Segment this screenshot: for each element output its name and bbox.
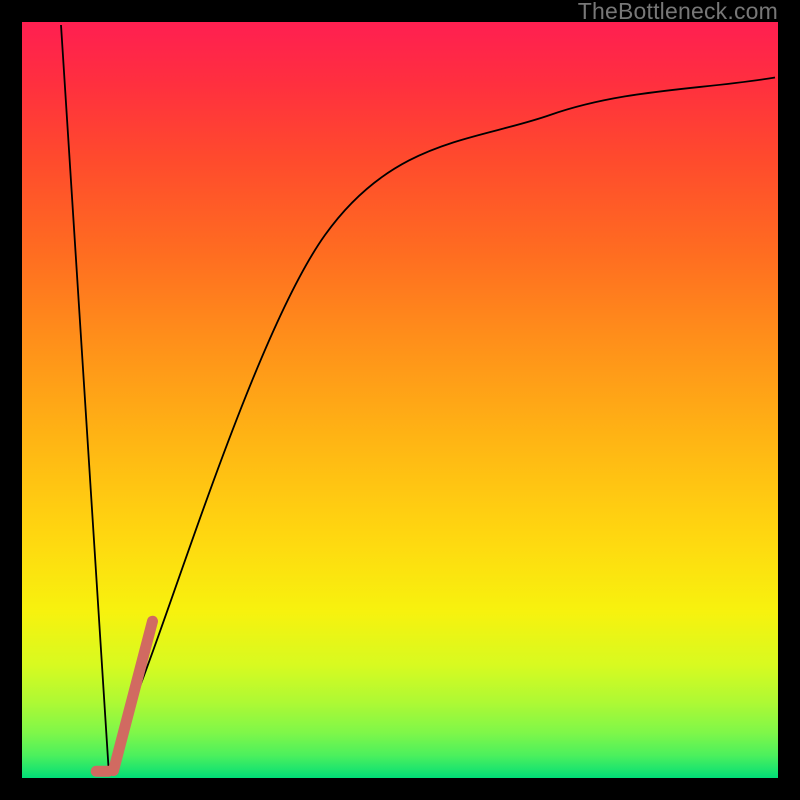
watermark-text: TheBottleneck.com (578, 0, 778, 23)
chart-svg (0, 0, 800, 800)
plot-background (22, 22, 778, 778)
chart-root: TheBottleneck.com (0, 0, 800, 800)
